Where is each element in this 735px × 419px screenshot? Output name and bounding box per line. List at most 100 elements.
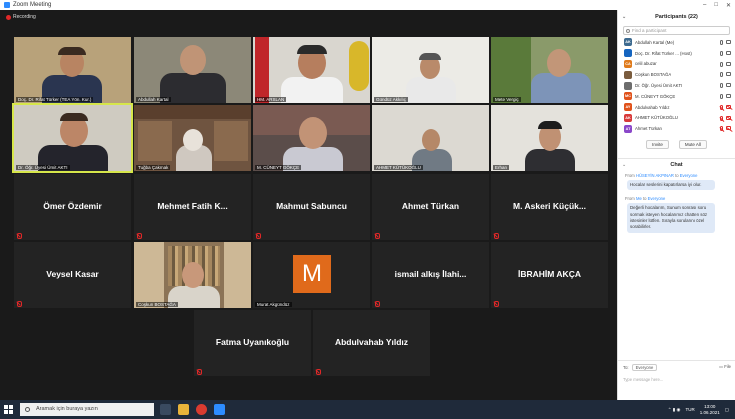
- video-tile[interactable]: Veysel Kasar: [14, 242, 131, 308]
- avatar: AK: [624, 113, 632, 122]
- chat-message: Hocalar seslerini kapatırlarsa iyi olur.: [627, 180, 715, 191]
- video-tile[interactable]: ismail alkış İlahi...: [372, 242, 489, 308]
- avatar: M: [293, 255, 331, 293]
- camera-icon[interactable]: [726, 93, 731, 98]
- video-tile[interactable]: Doç. Dr. Rifat Türker (TEA Yön. Kur.): [14, 37, 131, 103]
- chrome-icon[interactable]: [196, 404, 207, 415]
- participant-row[interactable]: AK Abdullah Kartal (Me): [618, 37, 735, 48]
- camera-off-icon[interactable]: [726, 115, 731, 120]
- mic-icon[interactable]: [720, 93, 723, 99]
- tray-icons[interactable]: ⌃ ▮ ◉: [668, 407, 681, 413]
- window-controls: – □ ✕: [703, 0, 731, 10]
- participant-row[interactable]: CA celil abuzar: [618, 59, 735, 70]
- video-tile[interactable]: Tuğba Çakmak: [134, 105, 251, 171]
- recipient-select[interactable]: Everyone: [631, 364, 658, 371]
- camera-off-icon[interactable]: [726, 104, 731, 109]
- mic-muted-icon[interactable]: [720, 115, 723, 121]
- participant-row[interactable]: Doç. Dr. Rifat Türker ... (Host): [618, 48, 735, 59]
- zoom-app-icon[interactable]: [214, 404, 225, 415]
- mic-muted-icon: [315, 369, 321, 375]
- mic-muted-icon: [493, 301, 499, 307]
- camera-icon[interactable]: [726, 61, 731, 66]
- video-tile[interactable]: Mete Vergiç: [491, 37, 608, 103]
- clock[interactable]: 13:00 1.06.2021: [700, 404, 720, 416]
- minimize-button[interactable]: –: [703, 2, 706, 8]
- mic-muted-icon: [374, 233, 380, 239]
- mic-muted-icon[interactable]: [720, 126, 723, 132]
- mic-muted-icon: [16, 301, 22, 307]
- window-title: Zoom Meeting: [13, 2, 52, 8]
- video-tile[interactable]: HM. ARSLAN: [253, 37, 370, 103]
- participant-row[interactable]: AT Ahmet Türkan: [618, 123, 735, 134]
- video-tile[interactable]: Gündüz Akkılıç: [372, 37, 489, 103]
- mic-muted-icon[interactable]: [720, 104, 723, 110]
- video-tile[interactable]: Mehmet Fatih K...: [134, 174, 251, 240]
- windows-start-icon[interactable]: [4, 405, 13, 414]
- chevron-down-icon[interactable]: ⌄: [622, 10, 626, 24]
- participant-row[interactable]: AK AHMET KÜTÜKOĞLU: [618, 113, 735, 124]
- camera-icon[interactable]: [726, 72, 731, 77]
- avatar: MC: [624, 92, 632, 101]
- participant-row[interactable]: AY Abdulvahab Yıldız: [618, 102, 735, 113]
- maximize-button[interactable]: □: [714, 2, 718, 8]
- task-view-icon[interactable]: [160, 404, 171, 415]
- mute-all-button[interactable]: Mute All: [678, 140, 707, 150]
- mic-muted-icon: [493, 233, 499, 239]
- recording-dot-icon: [6, 14, 11, 20]
- search-icon: [25, 407, 30, 412]
- mic-icon[interactable]: [720, 72, 723, 78]
- participant-search-input[interactable]: Find a participant: [623, 26, 730, 35]
- recording-indicator: Recording: [6, 14, 36, 20]
- participant-row[interactable]: Dr. Öğr. Üyesi Ümit AKTI: [618, 80, 735, 91]
- zoom-window: Zoom Meeting – □ ✕ Recording Doç. Dr. Ri…: [0, 0, 735, 400]
- notification-icon[interactable]: ▢: [725, 407, 729, 413]
- gallery-view: Recording Doç. Dr. Rifat Türker (TEA Yön…: [0, 10, 617, 400]
- file-explorer-icon[interactable]: [178, 404, 189, 415]
- avatar: [624, 70, 632, 79]
- participant-row[interactable]: Coşkun BOSTAĞA: [618, 69, 735, 80]
- avatar: [624, 81, 632, 90]
- mic-muted-icon: [16, 233, 22, 239]
- video-tile[interactable]: Erhan: [491, 105, 608, 171]
- mic-muted-icon: [255, 233, 261, 239]
- video-tile[interactable]: Coşkun BOSTAĞA: [134, 242, 251, 308]
- chat-message: Değerli hocalarım, Sunum sonrası soru so…: [627, 203, 715, 233]
- video-tile[interactable]: M Murat Akgündüz: [253, 242, 370, 308]
- camera-icon[interactable]: [726, 50, 731, 55]
- mic-icon[interactable]: [720, 40, 723, 45]
- mic-muted-icon: [196, 369, 202, 375]
- mic-icon[interactable]: [720, 50, 723, 56]
- camera-icon[interactable]: [726, 83, 731, 88]
- windows-taskbar: Aramak için buraya yazın ⌃ ▮ ◉ TUR 13:00…: [0, 400, 735, 419]
- video-tile[interactable]: M. Askeri Küçük...: [491, 174, 608, 240]
- camera-icon[interactable]: [726, 40, 731, 44]
- video-tile[interactable]: Abdullah Kartal: [134, 37, 251, 103]
- video-tile[interactable]: AHMET KÜTÜKOĞLU: [372, 105, 489, 171]
- video-tile-active-speaker[interactable]: Dr. Öğr. Üyesi Ümit AKTI: [12, 103, 133, 173]
- chat-header: ⌄ Chat: [618, 158, 735, 170]
- video-tile[interactable]: M. CÜNEYT GÖKÇE: [253, 105, 370, 171]
- video-tile[interactable]: Abdulvahab Yıldız: [313, 310, 430, 376]
- video-tile[interactable]: İBRAHİM AKÇA: [491, 242, 608, 308]
- video-tile[interactable]: Ahmet Türkan: [372, 174, 489, 240]
- search-icon: [626, 29, 630, 33]
- avatar: AK: [624, 38, 632, 47]
- participant-actions: Invite Mute All: [618, 140, 735, 150]
- video-tile[interactable]: Ömer Özdemir: [14, 174, 131, 240]
- chat-input[interactable]: Type message here...: [618, 374, 735, 385]
- language-indicator[interactable]: TUR: [685, 407, 694, 412]
- invite-button[interactable]: Invite: [646, 140, 669, 150]
- taskbar-search-input[interactable]: Aramak için buraya yazın: [20, 403, 154, 416]
- chevron-down-icon[interactable]: ⌄: [622, 159, 626, 171]
- participant-row[interactable]: MC M. CÜNEYT GÖKÇE: [618, 91, 735, 102]
- mic-icon[interactable]: [720, 61, 723, 67]
- camera-off-icon[interactable]: [726, 126, 731, 131]
- mic-icon[interactable]: [720, 83, 723, 89]
- desktop-screen: Zoom Meeting – □ ✕ Recording Doç. Dr. Ri…: [0, 0, 735, 419]
- close-button[interactable]: ✕: [726, 2, 731, 9]
- chat-messages: From HÜSEYİN AKPINAR to Everyone Hocalar…: [618, 173, 735, 233]
- video-tile[interactable]: Fatma Uyanıkoğlu: [194, 310, 311, 376]
- chat-message-meta: From Me to Everyone: [625, 196, 666, 202]
- video-tile[interactable]: Mahmut Sabuncu: [253, 174, 370, 240]
- file-button[interactable]: ▭ File: [719, 364, 731, 369]
